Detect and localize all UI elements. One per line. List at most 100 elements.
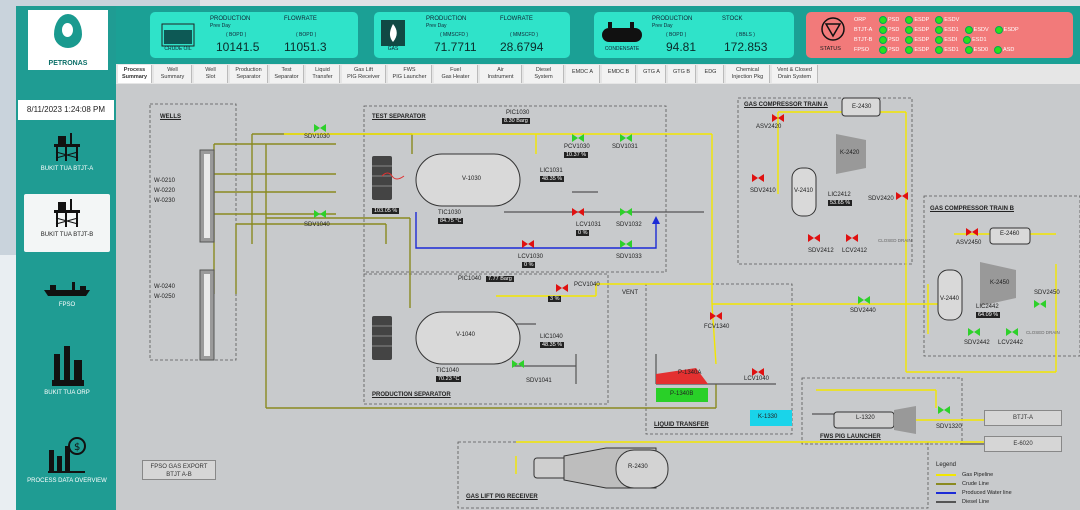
status-indicator-icon [935,36,944,44]
sdv1040-label[interactable]: SDV1040 [304,222,330,228]
p1340a-label[interactable]: P-1340A [678,370,701,376]
tab-diesel-system[interactable]: Diesel System [524,65,564,83]
sdv2410-label[interactable]: SDV2410 [750,188,776,194]
tab-process-summary[interactable]: Process Summary [118,65,152,83]
well-label[interactable]: W-0220 [154,188,175,194]
crude-oil-kpi[interactable]: CRUDE OIL PRODUCTION Prev Day ( BOPD ) 1… [150,12,358,58]
status-label: STATUS [820,46,841,52]
sdv1031-label[interactable]: SDV1031 [612,144,638,150]
sidebar-item-btjt-b[interactable]: BUKIT TUA BTJT-B [24,194,110,252]
lcv2442-label[interactable]: LCV2442 [998,340,1023,346]
tab-emdc-a[interactable]: EMDC A [566,65,600,83]
sidebar: PETRONAS 8/11/2023 1:24:08 PM BUKIT TUA … [16,6,116,510]
tab-air-instrument[interactable]: Air Instrument [480,65,522,83]
pcv1030-label[interactable]: PCV1030 [564,144,590,150]
sidebar-item-fpso[interactable]: FPSO [24,278,110,318]
tab-chemical-injection-pkg[interactable]: Chemical Injection Pkg [726,65,770,83]
status-item[interactable]: ESDP [914,17,929,23]
sdv2420-label[interactable]: SDV2420 [868,196,894,202]
e2430-label[interactable]: E-2430 [852,104,871,110]
status-item[interactable]: ESD0 [974,47,988,53]
asv2450-label[interactable]: ASV2450 [956,240,981,246]
petronas-drop-icon [54,14,82,48]
status-item[interactable]: PSD [888,47,899,53]
lcv1030-label[interactable]: LCV1030 [518,254,543,260]
tab-test-separator[interactable]: Test Separator [270,65,304,83]
k1330-label[interactable]: K-1330 [758,414,777,420]
fpso-gas-export-button[interactable]: FPSO GAS EXPORT BTJT A-B [142,460,216,480]
status-item[interactable]: ESDP [1004,27,1019,33]
status-indicator-icon [879,26,887,34]
fcv1340-label[interactable]: FCV1340 [704,324,729,330]
tab-gtg-b[interactable]: GTG B [668,65,696,83]
sdv1032-label[interactable]: SDV1032 [616,222,642,228]
status-item[interactable]: ASD [1003,47,1014,53]
p1340b-label[interactable]: P-1340B [670,391,693,397]
status-item[interactable]: ESD1 [944,27,958,33]
k2450-label[interactable]: K-2450 [990,280,1009,286]
l1320-label[interactable]: L-1320 [856,415,875,421]
sidebar-item-btjt-a[interactable]: BUKIT TUA BTJT-A [24,132,110,182]
e6020-destination[interactable]: E-6020 [984,436,1062,452]
tab-liquid-transfer[interactable]: Liquid Transfer [306,65,340,83]
legend-label: Produced Water line [962,490,1012,496]
status-item[interactable]: ESD1 [972,37,986,43]
status-item[interactable]: PSD [888,37,899,43]
k2420-label[interactable]: K-2420 [840,150,859,156]
tab-fws-pig-launcher[interactable]: FWS PIG Launcher [388,65,432,83]
lcv1040-label[interactable]: LCV1040 [744,376,769,382]
valves [314,114,1046,414]
e2460-label[interactable]: E-2460 [1000,231,1019,237]
status-item[interactable]: ESDP [914,27,929,33]
tab-gas-lift-pig-receiver[interactable]: Gas Lift PIG Receiver [342,65,386,83]
well-label[interactable]: W-0230 [154,198,175,204]
legend: Legend Gas Pipeline Crude Line Produced Wa… [936,462,1076,508]
sdv2440-label[interactable]: SDV2440 [850,308,876,314]
status-item[interactable]: ESDV [944,17,959,23]
sdv1030-label[interactable]: SDV1030 [304,134,330,140]
tab-vent-closed-drain-system[interactable]: Vent & Closed Drain System [772,65,818,83]
sdv1320-label[interactable]: SDV1320 [936,424,962,430]
lcv2412-label[interactable]: LCV2412 [842,248,867,254]
status-item[interactable]: ESDI [944,37,957,43]
asv2420-label[interactable]: ASV2420 [756,124,781,130]
tab-emdc-b[interactable]: EMDC B [602,65,636,83]
status-item[interactable]: ESDP [914,37,929,43]
btjt-a-destination[interactable]: BTJT-A [984,410,1062,426]
vessel-v1030-label[interactable]: V-1030 [462,176,481,182]
sdv2450-label[interactable]: SDV2450 [1034,290,1060,296]
sidebar-item-bukit-tua-orp[interactable]: BUKIT TUA ORP [24,344,110,404]
r2430-label[interactable]: R-2430 [628,464,648,470]
tab-well-slot[interactable]: Well Slot [194,65,228,83]
v2410-label[interactable]: V-2410 [794,188,813,194]
kpi-header: CRUDE OIL PRODUCTION Prev Day ( BOPD ) 1… [116,6,1080,64]
status-item[interactable]: PSD [888,17,899,23]
status-item[interactable]: ESD1 [944,47,958,53]
well-label[interactable]: W-0250 [154,294,175,300]
status-item[interactable]: ESDP [914,47,929,53]
sdv2442-label[interactable]: SDV2442 [964,340,990,346]
tab-production-separator[interactable]: Production Separator [230,65,268,83]
condensate-kpi[interactable]: CONDENSATE PRODUCTION Prev Day ( BOPD ) … [594,12,794,58]
sdv1041-label[interactable]: SDV1041 [526,378,552,384]
sdv2412-label[interactable]: SDV2412 [808,248,834,254]
status-item[interactable]: PSD [888,27,899,33]
vessel-v1040-label[interactable]: V-1040 [456,332,475,338]
status-item[interactable]: ESDV [974,27,989,33]
gas-compressor-train-b-title: GAS COMPRESSOR TRAIN B [930,206,1015,212]
tab-edg[interactable]: EDG [698,65,724,83]
well-label[interactable]: W-0240 [154,284,175,290]
well-label[interactable]: W-0210 [154,178,175,184]
sidebar-item-process-data-overview[interactable]: $ PROCESS DATA OVERVIEW [24,436,110,496]
tab-well-summary[interactable]: Well Summary [154,65,192,83]
gas-kpi[interactable]: GAS PRODUCTION Prev Day ( MMSCFD ) 71.77… [374,12,570,58]
sdv1033-label[interactable]: SDV1033 [616,254,642,260]
legend-item: Gas Pipeline [936,472,993,478]
v2440-label[interactable]: V-2440 [940,296,959,302]
tab-gtg-a[interactable]: GTG A [638,65,666,83]
tab-fuel-gas-heater[interactable]: Fuel Gas Heater [434,65,478,83]
lcv1031-label[interactable]: LCV1031 [576,222,601,228]
status-panel[interactable]: STATUS ORP PSD ESDP ESDV BTJT-A PSD ESDP ESD1 ES… [806,12,1073,58]
status-indicator-icon [935,16,944,24]
pcv1040-label[interactable]: PCV1040 [574,282,600,288]
